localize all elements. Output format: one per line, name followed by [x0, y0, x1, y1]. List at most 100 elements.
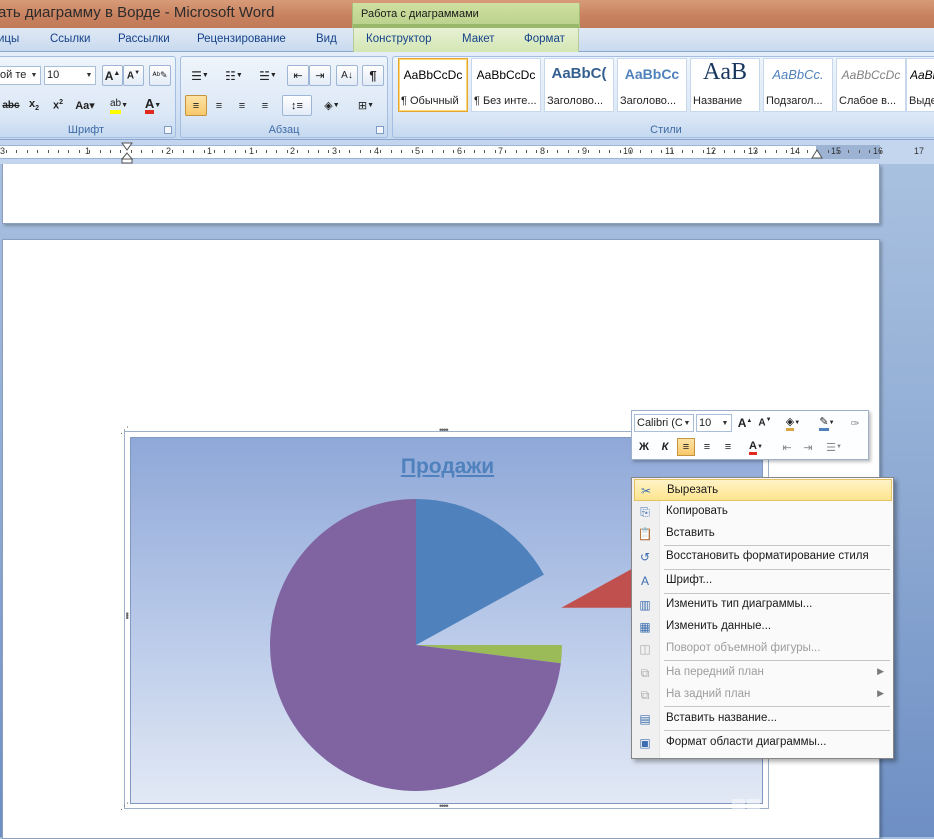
mini-font-color-button[interactable]: A ▼: [742, 438, 770, 456]
increase-indent-button[interactable]: ⇥: [309, 65, 331, 86]
shading-button[interactable]: ◈ ▼: [317, 95, 347, 116]
document-page[interactable]: [2, 164, 880, 224]
ruler-tick: [235, 150, 236, 153]
style-title[interactable]: AaB Название: [690, 58, 760, 112]
mini-bullets-button[interactable]: ☰ ▼: [820, 438, 848, 456]
align-right-button[interactable]: ≡: [231, 95, 253, 116]
decrease-indent-button[interactable]: ⇤: [287, 65, 309, 86]
resize-handle-bottom-left[interactable]: ⋰: [120, 801, 129, 812]
mini-italic-button[interactable]: К: [656, 438, 674, 456]
menu-item-edit-data[interactable]: ▦ Изменить данные...: [634, 616, 892, 638]
menu-item-scissors[interactable]: ✂ Вырезать: [634, 479, 892, 501]
change-case-button[interactable]: Aa▾: [72, 95, 98, 116]
mini-align-left-button[interactable]: ≡: [677, 438, 695, 456]
resize-handle-top-left[interactable]: ⋰: [120, 425, 129, 436]
subscript-button[interactable]: x2: [24, 95, 44, 116]
menu-item-format-chart-area[interactable]: ▣ Формат области диаграммы...: [634, 732, 892, 754]
mini-grow-font-button[interactable]: A▲: [736, 414, 754, 432]
mini-outline-button[interactable]: ✎ ▼: [814, 414, 840, 432]
highlight-button[interactable]: ab ▼: [105, 95, 133, 116]
mini-align-center-button[interactable]: ≡: [698, 438, 716, 456]
mini-increase-indent-button[interactable]: ⇥: [799, 438, 817, 456]
font-size-combo[interactable]: 10 ▼: [44, 66, 96, 85]
clear-format-button[interactable]: ᴬᵇ✎: [149, 65, 171, 86]
align-center-button[interactable]: ≡: [208, 95, 230, 116]
font-dialog-launcher[interactable]: [164, 126, 172, 134]
align-left-button[interactable]: ≡: [185, 95, 207, 116]
style-no-spacing[interactable]: AaBbCcDc ¶ Без инте...: [471, 58, 541, 112]
tab-format[interactable]: Формат: [524, 33, 565, 45]
tab-view[interactable]: Вид: [316, 33, 337, 45]
horizontal-ruler[interactable]: 3 1 2 1 1 2 3 4 5 6 7 8 9 10 11 12 13 14 15 16 17: [0, 140, 934, 164]
style-heading-1[interactable]: AaBbC( Заголово...: [544, 58, 614, 112]
font-size-value: 10: [47, 69, 60, 81]
tab-design[interactable]: Конструктор: [366, 33, 432, 45]
tab-mailings[interactable]: Рассылки: [118, 33, 170, 45]
submenu-arrow-icon: ▶: [877, 688, 884, 698]
style-subtle-emphasis[interactable]: AaBbCcDc Слабое в...: [836, 58, 906, 112]
mini-shrink-font-button[interactable]: A▼: [756, 414, 774, 432]
indent-marker-icon[interactable]: [121, 142, 133, 164]
pie-slice-1[interactable]: [416, 499, 544, 645]
ruler-tick: [755, 150, 756, 153]
tab-insert[interactable]: ицы: [0, 33, 19, 45]
mini-bold-button[interactable]: Ж: [635, 438, 653, 456]
tab-layout[interactable]: Макет: [462, 33, 495, 45]
mini-font-size-combo[interactable]: 10 ▼: [696, 414, 732, 432]
strikethrough-button[interactable]: abc: [0, 95, 22, 116]
ruler-tick: [152, 150, 153, 153]
bullets-icon: ☰: [191, 68, 202, 83]
justify-button[interactable]: ≡: [254, 95, 276, 116]
ruler-tick: [599, 150, 600, 153]
grow-font-icon: A▲: [737, 416, 753, 430]
menu-item-insert-caption[interactable]: ▤ Вставить название...: [634, 708, 892, 730]
line-spacing-icon: ↕≡: [291, 99, 303, 112]
ruler-tick: [68, 150, 69, 153]
mini-fill-button[interactable]: ◈ ▼: [780, 414, 806, 432]
reset-style-icon: ↺: [639, 550, 651, 564]
menu-item-reset-style[interactable]: ↺ Восстановить форматирование стиля: [634, 546, 892, 568]
ruler-tick: [422, 150, 423, 153]
menu-separator: [664, 730, 890, 731]
line-spacing-button[interactable]: ↕≡: [282, 95, 312, 116]
grow-font-button[interactable]: A▲: [102, 65, 123, 86]
tab-review[interactable]: Рецензирование: [197, 33, 286, 45]
font-color-button[interactable]: A ▼: [137, 95, 169, 116]
shrink-font-button[interactable]: A▼: [123, 65, 144, 86]
superscript-button[interactable]: x2: [48, 95, 68, 116]
mini-format-painter-button[interactable]: ✑: [846, 414, 864, 432]
ruler-tick: [391, 150, 392, 153]
ruler-tick: [651, 150, 652, 153]
menu-item-copy[interactable]: ⎘ Копировать: [634, 501, 892, 523]
right-indent-marker-icon[interactable]: [811, 149, 823, 161]
style-heading-2[interactable]: AaBbCc Заголово...: [617, 58, 687, 112]
numbering-button[interactable]: ☷ ▼: [219, 65, 249, 86]
show-marks-button[interactable]: ¶: [362, 65, 384, 86]
strikethrough-icon: abc: [2, 100, 20, 111]
ruler-tick: [349, 150, 350, 153]
menu-item-font[interactable]: A Шрифт...: [634, 570, 892, 592]
mini-font-name-combo[interactable]: Calibri (С ▼: [634, 414, 694, 432]
paragraph-dialog-launcher[interactable]: [376, 126, 384, 134]
sort-button[interactable]: A↓: [336, 65, 358, 86]
ruler-tick: [214, 150, 215, 153]
borders-button[interactable]: ⊞ ▼: [351, 95, 381, 116]
ruler-tick: [443, 150, 444, 153]
menu-item-paste[interactable]: 📋 Вставить: [634, 523, 892, 545]
style-normal[interactable]: AaBbCcDc ¶ Обычный: [398, 58, 468, 112]
ribbon-tabs: ицы Ссылки Рассылки Рецензирование Вид К…: [0, 28, 934, 52]
tab-references[interactable]: Ссылки: [50, 33, 91, 45]
menu-item-chart-type[interactable]: ▥ Изменить тип диаграммы...: [634, 594, 892, 616]
ruler-number: 1: [249, 146, 255, 156]
multilevel-list-button[interactable]: ☱ ▼: [253, 65, 283, 86]
ruler-tick: [58, 150, 59, 153]
bullets-button[interactable]: ☰ ▼: [185, 65, 215, 86]
style-emphasis[interactable]: AaBb Выде: [906, 58, 934, 112]
mini-align-right-button[interactable]: ≡: [719, 438, 737, 456]
menu-item-label: Шрифт...: [666, 574, 713, 586]
font-name-combo[interactable]: ой те ▼: [0, 66, 41, 85]
style-name: ¶ Обычный: [401, 95, 459, 107]
resize-handle-top[interactable]: ••••: [439, 425, 449, 435]
style-subtitle[interactable]: AaBbCc. Подзагол...: [763, 58, 833, 112]
mini-decrease-indent-button[interactable]: ⇤: [778, 438, 796, 456]
